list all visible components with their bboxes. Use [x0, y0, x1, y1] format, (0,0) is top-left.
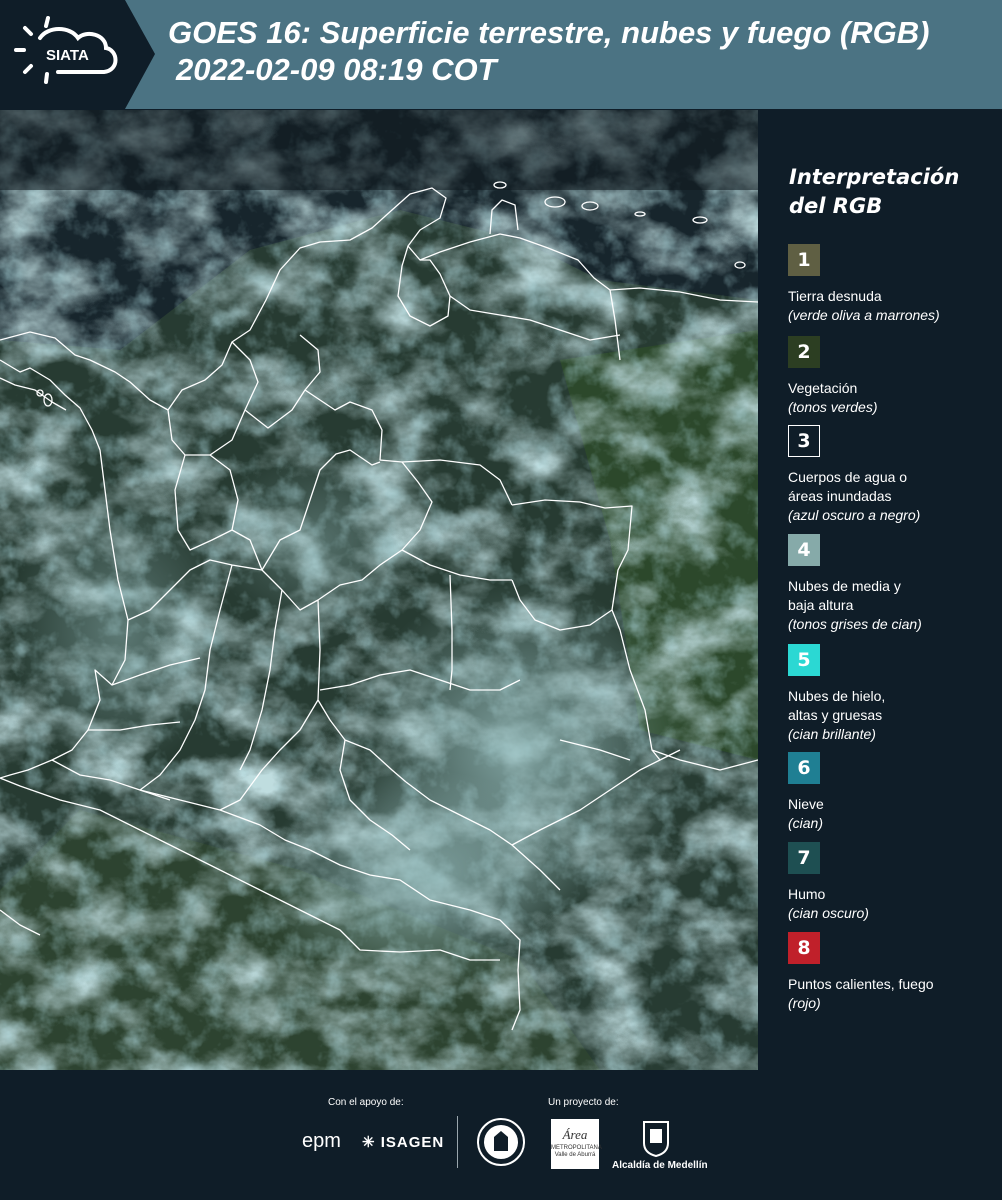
- legend-item-description: (cian brillante): [788, 726, 876, 742]
- legend-item-description: (rojo): [788, 995, 821, 1011]
- legend-item-label: Cuerpos de agua o áreas inundadas: [788, 469, 908, 504]
- legend-item-description: (cian oscuro): [788, 905, 869, 921]
- alcaldia-medellin-text: Alcaldía de Medellín: [612, 1160, 708, 1171]
- legend-item-label: Tierra desnuda: [788, 288, 882, 304]
- rgb-legend-panel: Interpretación del RGB 1 Tierra desnuda …: [760, 110, 1002, 1070]
- satellite-map: [0, 110, 758, 1070]
- legend-title: Interpretación del RGB: [789, 163, 959, 221]
- legend-swatch: 1: [788, 244, 820, 276]
- isagen-logo-text: ISAGEN: [380, 1134, 445, 1151]
- title-line-1: GOES 16: Superficie terrestre, nubes y f…: [168, 15, 930, 50]
- legend-swatch: 6: [788, 752, 820, 784]
- area-logo-line-2: METROPOLITANA: [551, 1145, 602, 1151]
- legend-swatch: 2: [788, 336, 820, 368]
- legend-item-description: (tonos grises de cian): [788, 616, 922, 632]
- legend-item-description: (tonos verdes): [788, 399, 878, 415]
- area-logo-word: Área: [562, 1127, 588, 1142]
- legend-item-hotspots: 8 Puntos calientes, fuego (rojo): [788, 932, 1000, 1013]
- legend-item-mid-low-clouds: 4 Nubes de media y baja altura (tonos gr…: [788, 534, 1000, 634]
- alcaldia-shield-icon: [643, 1121, 669, 1157]
- legend-item-label: Nubes de media y baja altura: [788, 578, 901, 613]
- legend-item-label: Nubes de hielo, altas y gruesas: [788, 688, 886, 723]
- legend-item-label: Nieve: [788, 796, 824, 812]
- legend-item-bare-land: 1 Tierra desnuda (verde oliva a marrones…: [788, 244, 1000, 325]
- page-title: GOES 16: Superficie terrestre, nubes y f…: [168, 14, 929, 88]
- legend-item-label: Vegetación: [788, 380, 858, 396]
- legend-swatch: 8: [788, 932, 820, 964]
- title-line-2: 2022-02-09 08:19 COT: [176, 52, 497, 87]
- siata-logo-text: SIATA: [46, 47, 89, 64]
- legend-swatch: 4: [788, 534, 820, 566]
- epm-logo: epm: [302, 1130, 341, 1152]
- area-metropolitana-text: Área METROPOLITANA Valle de Aburrá: [551, 1119, 602, 1159]
- support-label: Con el apoyo de:: [328, 1097, 404, 1108]
- header-bar: SIATA GOES 16: Superficie terrestre, nub…: [0, 0, 1002, 109]
- project-label: Un proyecto de:: [548, 1097, 619, 1108]
- area-logo-line-3: Valle de Aburrá: [554, 1152, 596, 1158]
- legend-item-description: (verde oliva a marrones): [788, 307, 940, 323]
- legend-swatch: 7: [788, 842, 820, 874]
- legend-item-ice-clouds: 5 Nubes de hielo, altas y gruesas (cian …: [788, 644, 1000, 744]
- legend-item-label: Puntos calientes, fuego: [788, 976, 934, 992]
- siata-logo-panel: SIATA: [0, 0, 155, 109]
- legend-item-label: Humo: [788, 886, 826, 902]
- isagen-mark-icon: ✳: [362, 1134, 376, 1151]
- legend-title-line-2: del RGB: [789, 194, 883, 218]
- legend-item-description: (cian): [788, 815, 824, 831]
- footer-divider: [457, 1116, 458, 1168]
- legend-swatch: 3: [788, 425, 820, 457]
- legend-title-line-1: Interpretación: [789, 165, 960, 189]
- legend-item-snow: 6 Nieve (cian): [788, 752, 1000, 833]
- legend-item-description: (azul oscuro a negro): [788, 507, 921, 523]
- legend-item-smoke: 7 Humo (cian oscuro): [788, 842, 1000, 923]
- legend-swatch: 5: [788, 644, 820, 676]
- footer-sponsors: Con el apoyo de: Un proyecto de: epm ✳ I…: [0, 1070, 1002, 1200]
- isagen-logo: ✳ ISAGEN: [362, 1133, 444, 1151]
- legend-item-vegetation: 2 Vegetación (tonos verdes): [788, 336, 1000, 417]
- seal-icon: [477, 1118, 525, 1166]
- legend-item-water: 3 Cuerpos de agua o áreas inundadas (azu…: [788, 425, 1000, 525]
